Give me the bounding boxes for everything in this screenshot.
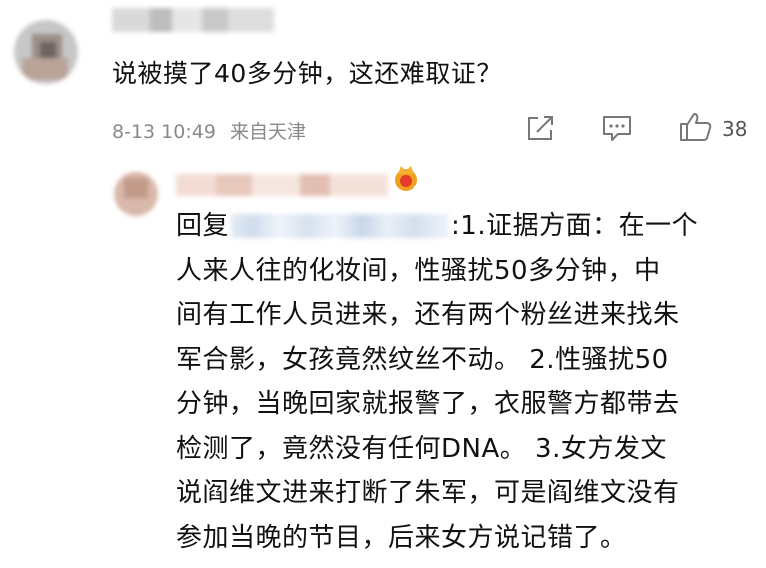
reply-line-6: 检测了，竟然没有任何DNA。 3.女方发文 xyxy=(176,433,667,464)
reply-mention-redacted[interactable] xyxy=(231,214,450,238)
comment-meta: 8-13 10:49 来自天津 xyxy=(112,117,314,144)
reply-text: 回复 :1.证据方面：在一个 人来人往的化妆间，性骚扰50多分钟，中 间有工作人员… xyxy=(176,204,748,560)
thumbs-up-icon[interactable] xyxy=(678,111,714,143)
vip-level: 5 xyxy=(413,185,419,196)
reply-username-redacted[interactable] xyxy=(176,174,388,196)
like-count: 38 xyxy=(722,117,748,141)
reply-line-1: 回复 :1.证据方面：在一个 xyxy=(176,204,748,249)
reply-line-7: 说阎维文进来打断了朱军，可是阎维文没有 xyxy=(176,478,680,508)
reply-line-3: 间有工作人员进来，还有两个粉丝进来找朱 xyxy=(176,300,680,330)
reply-line-8: 参加当晚的节目，后来女方说记错了。 xyxy=(176,522,627,553)
reply-prefix: 回复 xyxy=(176,211,230,241)
vip-crown-badge-icon: 5 xyxy=(395,166,419,196)
reply-line-5: 分钟，当晚回家就报警了，衣服警方都带去 xyxy=(176,389,680,419)
commenter-avatar[interactable] xyxy=(14,20,78,84)
comment-location: 来自天津 xyxy=(229,121,306,143)
reply-avatar[interactable] xyxy=(108,172,164,216)
reply-line-2: 人来人往的化妆间，性骚扰50多分钟，中 xyxy=(176,255,661,286)
comment-text: 说被摸了40多分钟，这还难取证？ xyxy=(112,59,502,88)
comment-icon[interactable] xyxy=(600,113,634,143)
reply-line-1-text: :1.证据方面：在一个 xyxy=(451,211,699,241)
share-icon[interactable] xyxy=(524,113,558,143)
comment-date: 8-13 10:49 xyxy=(112,121,216,143)
reply-line-4: 军合影，女孩竟然纹丝不动。 2.性骚扰50 xyxy=(176,344,669,375)
commenter-username-redacted[interactable] xyxy=(112,8,274,32)
